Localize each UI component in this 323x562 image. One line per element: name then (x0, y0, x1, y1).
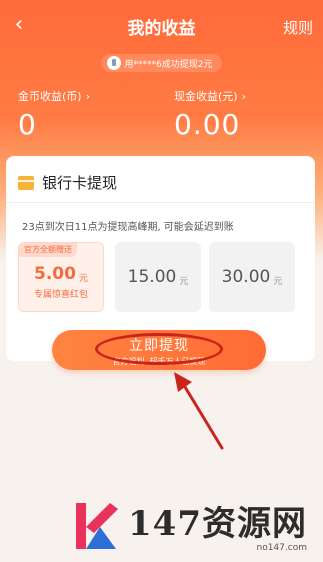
amount-subtitle: 专属惊喜红包 (33, 290, 88, 300)
divider (6, 202, 315, 203)
amount-row: 5.00 元 (34, 264, 88, 284)
cash-earnings[interactable]: 现金收益(元) › 0.00 (174, 88, 246, 142)
watermark-text: 147资源网 no147.com (128, 496, 307, 553)
cash-earnings-label: 现金收益(元) (174, 90, 238, 103)
coin-earnings[interactable]: 金币收益(币) › 0 (18, 88, 90, 142)
chevron-left-icon[interactable]: ‹ (8, 14, 30, 36)
coin-earnings-value: 0 (18, 108, 37, 141)
watermark: 147资源网 no147.com (70, 496, 307, 553)
amount-option-15[interactable]: 15.00 元 (115, 242, 201, 312)
notice-text: 用*****6成功提现2元 (124, 59, 213, 70)
cash-earnings-label-row: 现金收益(元) › (174, 88, 246, 104)
watermark-brand: 147资源网 (128, 504, 307, 544)
card-header: 银行卡提现 (18, 172, 117, 193)
amount-option-5[interactable]: 官方全额赠送 5.00 元 专属惊喜红包 (18, 242, 104, 312)
coin-earnings-label-row: 金币收益(币) › (18, 88, 90, 104)
amount-value: 15.00 (127, 267, 177, 287)
card-title: 银行卡提现 (42, 174, 118, 192)
official-gift-tag: 官方全额赠送 (19, 243, 77, 257)
amount-value: 5.00 (34, 264, 76, 284)
amount-unit: 元 (273, 276, 283, 287)
rules-link[interactable]: 规则 (283, 17, 313, 38)
peak-period-note: 23点到次日11点为提现高峰期, 可能会延迟到账 (22, 222, 234, 233)
page-title: 我的收益 (127, 18, 196, 39)
annotation-circle (95, 333, 223, 365)
chevron-right-icon: › (85, 89, 90, 103)
cash-earnings-value: 0.00 (174, 108, 241, 141)
user-badge-icon (106, 56, 121, 70)
bank-card-icon (18, 175, 34, 190)
amount-unit: 元 (179, 276, 189, 287)
amount-option-30[interactable]: 30.00 元 (209, 242, 295, 312)
brand-logo-icon (76, 502, 118, 549)
annotation-arrow (174, 372, 224, 450)
amount-value: 30.00 (221, 267, 271, 287)
chevron-right-icon: › (241, 89, 246, 103)
notice-marquee: 用*****6成功提现2元 (0, 52, 323, 74)
amount-unit: 元 (78, 274, 88, 284)
top-bar: ‹ 我的收益 规则 (0, 0, 323, 52)
notice-bar: 用*****6成功提现2元 (100, 54, 223, 72)
coin-earnings-label: 金币收益(币) (18, 90, 82, 103)
